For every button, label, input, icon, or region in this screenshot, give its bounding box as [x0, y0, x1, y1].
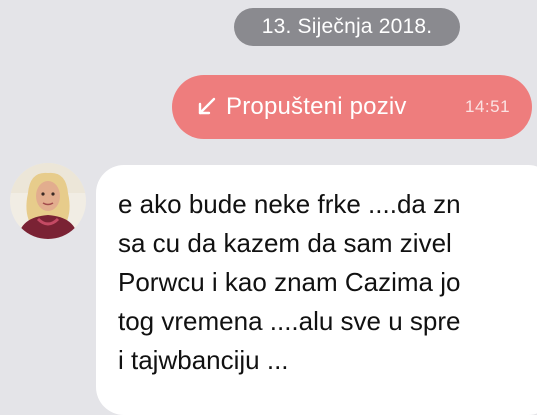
message-bubble[interactable]: e ako bude neke frke ....da zn sa cu da … — [96, 165, 537, 415]
message-line: i tajwbanciju ... — [118, 345, 289, 375]
message-line: Porwcu i kao znam Cazima jo — [118, 267, 461, 297]
date-separator: 13. Siječnja 2018. — [234, 8, 460, 46]
chat-screen: { "date_separator": "13. Siječnja 2018."… — [0, 0, 537, 415]
missed-call-arrow-icon — [194, 95, 218, 119]
message-line: e ako bude neke frke ....da zn — [118, 189, 461, 219]
missed-call-time: 14:51 — [465, 97, 511, 116]
message-line: sa cu da kazem da sam zivel — [118, 228, 452, 258]
missed-call-label: Propušteni poziv — [226, 93, 407, 120]
message-line: tog vremena ....alu sve u spre — [118, 306, 461, 336]
date-separator-label: 13. Siječnja 2018. — [261, 15, 433, 38]
contact-avatar[interactable] — [10, 163, 86, 239]
missed-call-bubble[interactable]: Propušteni poziv 14:51 — [172, 75, 532, 139]
